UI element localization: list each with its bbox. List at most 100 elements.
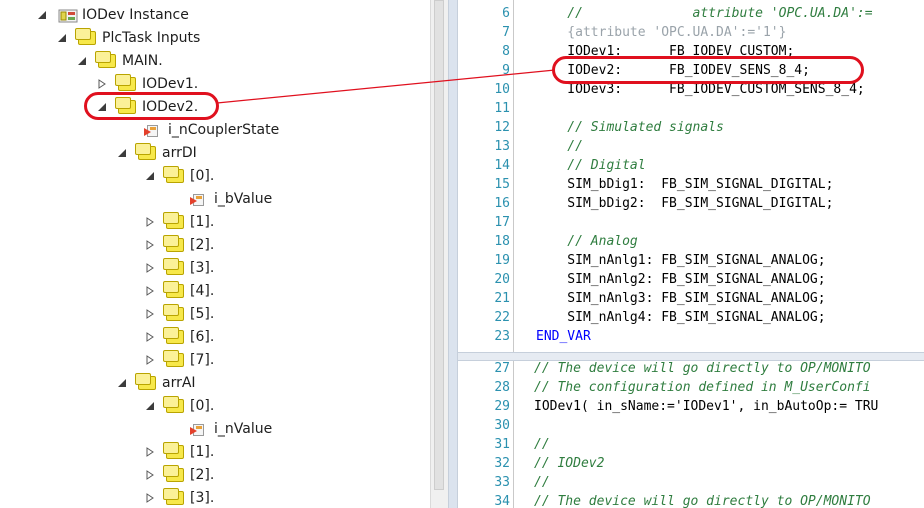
- folder-icon: [163, 281, 184, 298]
- tree-node[interactable]: [1].: [144, 211, 214, 233]
- collapsed-arrow-icon[interactable]: [144, 239, 156, 251]
- folder-icon: [95, 51, 116, 68]
- pane-divider[interactable]: [448, 0, 458, 508]
- code-line[interactable]: // Simulated signals: [536, 118, 724, 137]
- line-number: 34: [494, 494, 510, 508]
- folder-icon: [75, 28, 96, 45]
- expanded-arrow-icon[interactable]: [144, 400, 156, 412]
- tree-node[interactable]: arrAI: [116, 372, 196, 394]
- tree-node-label: IODev1.: [142, 76, 199, 92]
- collapsed-arrow-icon[interactable]: [144, 469, 156, 481]
- tree-node[interactable]: [0].: [144, 165, 214, 187]
- collapsed-arrow-icon[interactable]: [144, 308, 156, 320]
- code-line[interactable]: //: [534, 435, 550, 454]
- line-number: 18: [494, 234, 510, 249]
- tree-node-label: i_bValue: [214, 191, 273, 207]
- line-number: 23: [494, 329, 510, 344]
- tree-node-label: i_nValue: [214, 421, 273, 437]
- tree-node[interactable]: [7].: [144, 349, 214, 371]
- tree-node-label: arrDI: [162, 145, 197, 161]
- line-number: 30: [494, 418, 510, 433]
- tree-node[interactable]: [3].: [144, 257, 214, 279]
- tree-scrollbar[interactable]: [430, 0, 448, 508]
- code-line[interactable]: IODev1( in_sName:='IODev1', in_bAutoOp:=…: [534, 397, 878, 416]
- tree-node[interactable]: [4].: [144, 280, 214, 302]
- input-variable-icon: [190, 422, 208, 436]
- expanded-arrow-icon[interactable]: [116, 377, 128, 389]
- expanded-arrow-icon[interactable]: [116, 147, 128, 159]
- tree-node[interactable]: i_nValue: [190, 418, 272, 440]
- code-line[interactable]: SIM_nAnlg1: FB_SIM_SIGNAL_ANALOG;: [536, 251, 825, 270]
- expanded-arrow-icon[interactable]: [76, 55, 88, 67]
- code-line[interactable]: // attribute 'OPC.UA.DA':=: [536, 4, 872, 23]
- code-line[interactable]: //: [534, 473, 550, 492]
- line-number: 12: [494, 120, 510, 135]
- folder-icon: [163, 166, 184, 183]
- code-line[interactable]: SIM_bDig1: FB_SIM_SIGNAL_DIGITAL;: [536, 175, 833, 194]
- tree-node[interactable]: MAIN.: [76, 50, 163, 72]
- code-line[interactable]: //: [536, 137, 583, 156]
- tree-node-label: [1].: [190, 214, 215, 230]
- tree-node[interactable]: [0].: [144, 395, 214, 417]
- tree-node-label: [3].: [190, 260, 215, 276]
- line-number: 17: [494, 215, 510, 230]
- line-number: 27: [494, 361, 510, 376]
- tree-node[interactable]: [5].: [144, 303, 214, 325]
- folder-icon: [135, 143, 156, 160]
- line-number: 21: [494, 291, 510, 306]
- collapsed-arrow-icon[interactable]: [144, 216, 156, 228]
- tree-node-label: PlcTask Inputs: [102, 30, 201, 46]
- tree-node[interactable]: [1].: [144, 441, 214, 463]
- device-icon: [58, 8, 78, 23]
- expanded-arrow-icon[interactable]: [36, 9, 48, 21]
- code-line[interactable]: SIM_nAnlg2: FB_SIM_SIGNAL_ANALOG;: [536, 270, 825, 289]
- tree-node[interactable]: i_bValue: [190, 188, 272, 210]
- tree-node[interactable]: [6].: [144, 326, 214, 348]
- line-number: 29: [494, 399, 510, 414]
- collapsed-arrow-icon[interactable]: [144, 354, 156, 366]
- line-number: 33: [494, 475, 510, 490]
- code-line[interactable]: // Digital: [536, 156, 645, 175]
- highlight-ellipse-iodev2-declaration: [552, 56, 864, 84]
- folder-icon: [163, 235, 184, 252]
- line-number: 8: [502, 44, 510, 59]
- tree-node[interactable]: [3].: [144, 487, 214, 508]
- collapsed-arrow-icon[interactable]: [144, 262, 156, 274]
- expanded-arrow-icon[interactable]: [56, 32, 68, 44]
- tree-node-label: [1].: [190, 444, 215, 460]
- tree-node[interactable]: IODev Instance: [36, 4, 189, 26]
- tree-node-label: [3].: [190, 490, 215, 506]
- tree-node[interactable]: [2].: [144, 464, 214, 486]
- code-line[interactable]: {attribute 'OPC.UA.DA':='1'}: [536, 23, 786, 42]
- expanded-arrow-icon[interactable]: [144, 170, 156, 182]
- tree-node[interactable]: arrDI: [116, 142, 197, 164]
- line-number: 13: [494, 139, 510, 154]
- code-line[interactable]: // The device will go directly to OP/MON…: [534, 492, 871, 508]
- tree-node-label: [6].: [190, 329, 215, 345]
- code-line[interactable]: SIM_bDig2: FB_SIM_SIGNAL_DIGITAL;: [536, 194, 833, 213]
- folder-icon: [163, 212, 184, 229]
- tree-node[interactable]: i_nCouplerState: [144, 119, 279, 141]
- collapsed-arrow-icon[interactable]: [96, 78, 108, 90]
- folder-icon: [115, 74, 136, 91]
- code-line[interactable]: END_VAR: [536, 327, 591, 346]
- code-line[interactable]: // The device will go directly to OP/MON…: [534, 359, 871, 378]
- collapsed-arrow-icon[interactable]: [144, 492, 156, 504]
- line-number: 15: [494, 177, 510, 192]
- tree-node-label: IODev Instance: [82, 7, 189, 23]
- tree-node[interactable]: PlcTask Inputs: [56, 27, 200, 49]
- code-line[interactable]: SIM_nAnlg4: FB_SIM_SIGNAL_ANALOG;: [536, 308, 825, 327]
- code-line[interactable]: SIM_nAnlg3: FB_SIM_SIGNAL_ANALOG;: [536, 289, 825, 308]
- code-line[interactable]: // Analog: [536, 232, 637, 251]
- code-line[interactable]: // The configuration defined in M_UserCo…: [534, 378, 871, 397]
- code-line[interactable]: // IODev2: [534, 454, 604, 473]
- collapsed-arrow-icon[interactable]: [144, 285, 156, 297]
- tree-node-label: i_nCouplerState: [168, 122, 280, 138]
- tree-node-label: [5].: [190, 306, 215, 322]
- folder-icon: [163, 465, 184, 482]
- tree-node-label: [0].: [190, 168, 215, 184]
- collapsed-arrow-icon[interactable]: [144, 446, 156, 458]
- tree-node[interactable]: [2].: [144, 234, 214, 256]
- tree-scrollbar-thumb[interactable]: [434, 0, 444, 490]
- collapsed-arrow-icon[interactable]: [144, 331, 156, 343]
